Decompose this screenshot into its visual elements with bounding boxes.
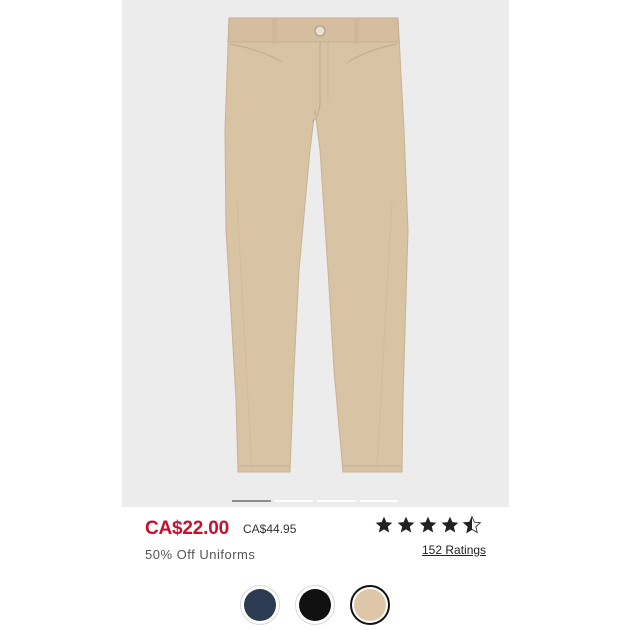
star-icon [419, 516, 437, 533]
swatch-navy[interactable] [240, 585, 280, 625]
color-swatches [0, 585, 630, 625]
original-price: CA$44.95 [243, 522, 297, 536]
star-icon [441, 516, 459, 533]
half-star-icon [462, 515, 482, 534]
star-icon [397, 516, 415, 533]
swatch-color [299, 589, 331, 621]
carousel-dot[interactable] [274, 500, 313, 502]
swatch-color [244, 589, 276, 621]
carousel-dot[interactable] [232, 500, 271, 502]
pants-image [224, 17, 409, 473]
promo-text: 50% Off Uniforms [145, 547, 256, 562]
swatch-black[interactable] [295, 585, 335, 625]
swatch-color [354, 589, 386, 621]
star-rating[interactable] [374, 515, 482, 535]
ratings-link[interactable]: 152 Ratings [422, 543, 486, 557]
star-icon [375, 516, 393, 533]
sale-price: CA$22.00 [145, 518, 229, 539]
swatch-khaki[interactable] [350, 585, 390, 625]
product-image[interactable] [122, 0, 509, 507]
carousel-dot[interactable] [317, 500, 356, 502]
image-carousel-indicator[interactable] [232, 500, 398, 503]
carousel-dot[interactable] [359, 500, 398, 502]
